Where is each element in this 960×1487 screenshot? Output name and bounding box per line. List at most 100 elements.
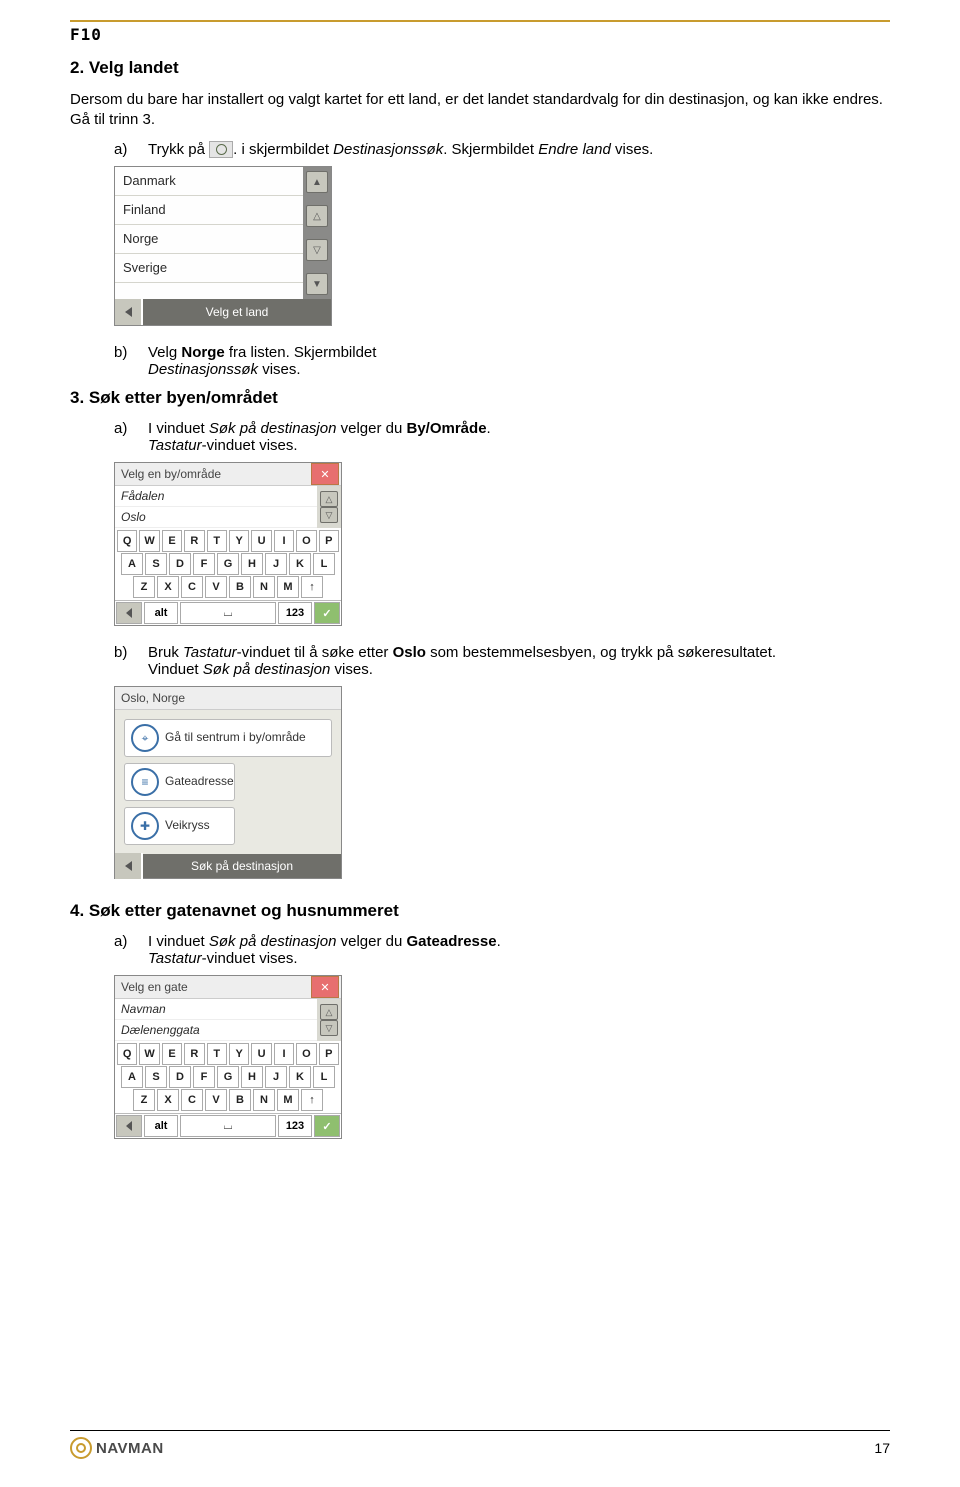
country-item-danmark[interactable]: Danmark xyxy=(115,167,303,196)
key-e[interactable]: E xyxy=(162,530,182,552)
key-i[interactable]: I xyxy=(274,530,294,552)
back-button[interactable] xyxy=(116,602,142,624)
key-a[interactable]: A xyxy=(121,1066,143,1088)
country-item-sverige[interactable]: Sverige xyxy=(115,254,303,283)
scroll-top-icon[interactable]: ▲ xyxy=(306,171,328,193)
key-h[interactable]: H xyxy=(241,1066,263,1088)
key-u[interactable]: U xyxy=(251,530,271,552)
key-↑[interactable]: ↑ xyxy=(301,576,323,598)
key-row: ZXCVBNM↑ xyxy=(116,1089,340,1111)
key-row: ZXCVBNM↑ xyxy=(116,576,340,598)
scroll-up-icon[interactable]: △ xyxy=(320,491,338,507)
section-3-heading: 3. Søk etter byen/området xyxy=(70,388,890,408)
result-item[interactable]: Navman xyxy=(115,999,317,1020)
delete-button[interactable]: ✕ xyxy=(311,463,339,485)
key-p[interactable]: P xyxy=(319,1043,339,1065)
key-s[interactable]: S xyxy=(145,553,167,575)
key-d[interactable]: D xyxy=(169,1066,191,1088)
scrollbar[interactable]: ▲ △ ▽ ▼ xyxy=(303,167,331,299)
back-button[interactable] xyxy=(116,1115,142,1137)
key-k[interactable]: K xyxy=(289,1066,311,1088)
key-p[interactable]: P xyxy=(319,530,339,552)
key-i[interactable]: I xyxy=(274,1043,294,1065)
page-number: 17 xyxy=(874,1440,890,1456)
alt-key[interactable]: alt xyxy=(144,602,178,624)
keyboard: QWERTYUIOP ASDFGHJKL ZXCVBNM↑ xyxy=(115,1041,341,1113)
destination-title: Oslo, Norge xyxy=(115,687,341,710)
scroll-bottom-icon[interactable]: ▼ xyxy=(306,273,328,295)
key-s[interactable]: S xyxy=(145,1066,167,1088)
go-to-center-button[interactable]: ⌖ Gå til sentrum i by/område xyxy=(124,719,332,757)
scroll-down-icon[interactable]: ▽ xyxy=(320,1020,338,1036)
keyboard: QWERTYUIOP ASDFGHJKL ZXCVBNM↑ xyxy=(115,528,341,600)
key-o[interactable]: O xyxy=(296,1043,316,1065)
key-f[interactable]: F xyxy=(193,1066,215,1088)
key-o[interactable]: O xyxy=(296,530,316,552)
scroll-down-icon[interactable]: ▽ xyxy=(320,507,338,523)
result-item[interactable]: Oslo xyxy=(115,507,317,528)
result-scroll[interactable]: △ ▽ xyxy=(317,486,341,528)
key-j[interactable]: J xyxy=(265,1066,287,1088)
back-button[interactable] xyxy=(115,853,143,879)
key-e[interactable]: E xyxy=(162,1043,182,1065)
key-r[interactable]: R xyxy=(184,530,204,552)
result-item[interactable]: Fådalen xyxy=(115,486,317,507)
key-t[interactable]: T xyxy=(207,1043,227,1065)
scroll-up-icon[interactable]: △ xyxy=(320,1004,338,1020)
key-v[interactable]: V xyxy=(205,1089,227,1111)
key-z[interactable]: Z xyxy=(133,576,155,598)
confirm-button[interactable]: ✓ xyxy=(314,1115,340,1137)
alt-key[interactable]: alt xyxy=(144,1115,178,1137)
key-a[interactable]: A xyxy=(121,553,143,575)
key-n[interactable]: N xyxy=(253,576,275,598)
key-j[interactable]: J xyxy=(265,553,287,575)
key-t[interactable]: T xyxy=(207,530,227,552)
key-g[interactable]: G xyxy=(217,1066,239,1088)
intersection-icon: ✚ xyxy=(131,812,159,840)
numeric-key[interactable]: 123 xyxy=(278,602,312,624)
key-m[interactable]: M xyxy=(277,576,299,598)
key-m[interactable]: M xyxy=(277,1089,299,1111)
key-k[interactable]: K xyxy=(289,553,311,575)
key-l[interactable]: L xyxy=(313,553,335,575)
key-c[interactable]: C xyxy=(181,1089,203,1111)
key-d[interactable]: D xyxy=(169,553,191,575)
key-f[interactable]: F xyxy=(193,553,215,575)
key-x[interactable]: X xyxy=(157,576,179,598)
key-y[interactable]: Y xyxy=(229,1043,249,1065)
country-item-norge[interactable]: Norge xyxy=(115,225,303,254)
key-↑[interactable]: ↑ xyxy=(301,1089,323,1111)
result-item[interactable]: Dælenenggata xyxy=(115,1020,317,1041)
key-g[interactable]: G xyxy=(217,553,239,575)
intersection-button[interactable]: ✚ Veikryss xyxy=(124,807,235,845)
key-w[interactable]: W xyxy=(139,1043,159,1065)
step-label: a) xyxy=(114,420,148,454)
result-scroll[interactable]: △ ▽ xyxy=(317,999,341,1041)
street-address-button[interactable]: ≡ Gateadresse xyxy=(124,763,235,801)
street-icon: ≡ xyxy=(131,768,159,796)
scroll-up-icon[interactable]: △ xyxy=(306,205,328,227)
confirm-button[interactable]: ✓ xyxy=(314,602,340,624)
scroll-down-icon[interactable]: ▽ xyxy=(306,239,328,261)
space-key[interactable]: ⌴ xyxy=(180,1115,276,1137)
key-z[interactable]: Z xyxy=(133,1089,155,1111)
numeric-key[interactable]: 123 xyxy=(278,1115,312,1137)
key-y[interactable]: Y xyxy=(229,530,249,552)
space-key[interactable]: ⌴ xyxy=(180,602,276,624)
key-l[interactable]: L xyxy=(313,1066,335,1088)
key-c[interactable]: C xyxy=(181,576,203,598)
back-button[interactable] xyxy=(115,299,143,325)
key-r[interactable]: R xyxy=(184,1043,204,1065)
key-q[interactable]: Q xyxy=(117,1043,137,1065)
country-item-finland[interactable]: Finland xyxy=(115,196,303,225)
delete-button[interactable]: ✕ xyxy=(311,976,339,998)
key-u[interactable]: U xyxy=(251,1043,271,1065)
key-b[interactable]: B xyxy=(229,1089,251,1111)
key-x[interactable]: X xyxy=(157,1089,179,1111)
key-n[interactable]: N xyxy=(253,1089,275,1111)
key-q[interactable]: Q xyxy=(117,530,137,552)
key-w[interactable]: W xyxy=(139,530,159,552)
key-b[interactable]: B xyxy=(229,576,251,598)
key-v[interactable]: V xyxy=(205,576,227,598)
key-h[interactable]: H xyxy=(241,553,263,575)
